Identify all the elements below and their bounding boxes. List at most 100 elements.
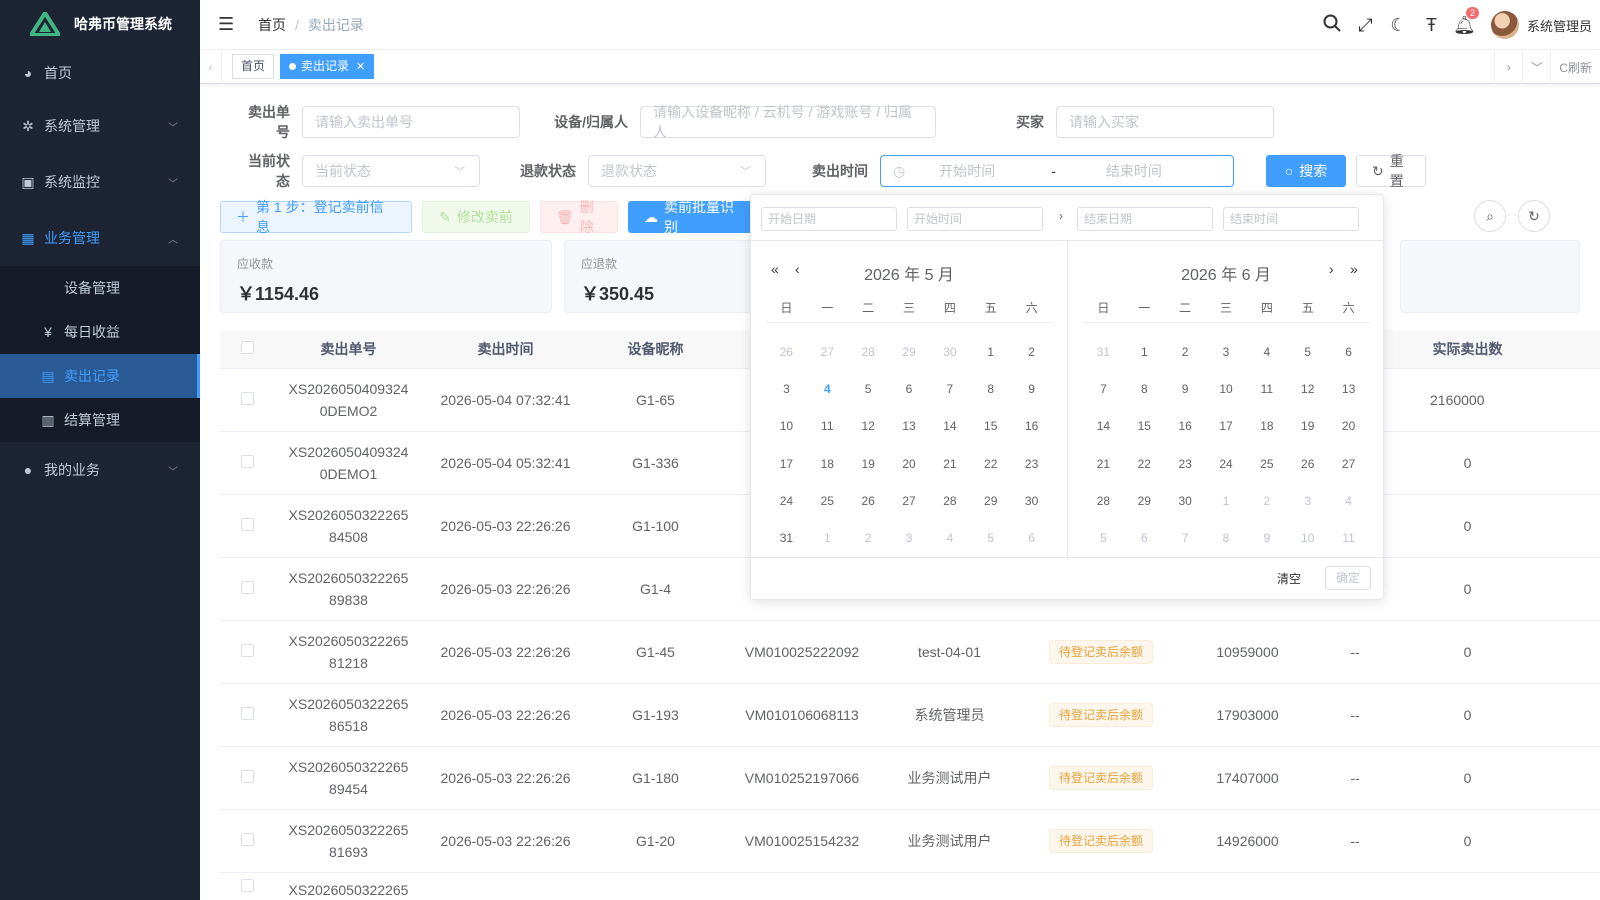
toggle-search-icon[interactable]: ⌕ <box>1474 200 1506 232</box>
table-row[interactable]: XS2026050322265 81693 2026-05-03 22:26:26 G… <box>220 810 1600 873</box>
calendar-day[interactable]: 6 <box>1124 531 1165 545</box>
calendar-day[interactable]: 7 <box>929 382 970 396</box>
col-nick[interactable]: 设备昵称 <box>589 339 722 359</box>
calendar-day[interactable]: 6 <box>889 382 930 396</box>
calendar-day[interactable]: 30 <box>1165 494 1206 508</box>
calendar-day[interactable]: 19 <box>1287 419 1328 433</box>
sidebar-item-business[interactable]: ▦ 业务管理 ︿ <box>0 210 200 266</box>
menu-toggle-icon[interactable]: ☰ <box>218 14 236 35</box>
calendar-day[interactable]: 21 <box>1083 457 1124 471</box>
calendar-day[interactable]: 12 <box>848 419 889 433</box>
calendar-day[interactable]: 10 <box>766 419 807 433</box>
table-row[interactable]: XS2026050322265 81218 2026-05-03 22:26:26 G… <box>220 621 1600 684</box>
sidebar-item-system[interactable]: ✲ 系统管理 ﹀ <box>0 98 200 154</box>
calendar-day[interactable]: 15 <box>970 419 1011 433</box>
tags-scroll-left-icon[interactable]: ‹ <box>200 49 222 84</box>
calendar-day[interactable]: 18 <box>1246 419 1287 433</box>
calendar-day[interactable]: 17 <box>766 457 807 471</box>
calendar-day[interactable]: 2 <box>1011 345 1052 359</box>
font-size-icon[interactable]: Ŧ <box>1415 15 1448 36</box>
calendar-day[interactable]: 30 <box>1011 494 1052 508</box>
calendar-day[interactable]: 1 <box>807 531 848 545</box>
calendar-day[interactable]: 20 <box>889 457 930 471</box>
range-start[interactable]: 开始时间 <box>939 161 1039 181</box>
calendar-day[interactable]: 7 <box>1083 382 1124 396</box>
row-checkbox[interactable] <box>220 518 275 534</box>
refresh-table-icon[interactable]: ↻ <box>1518 200 1550 232</box>
calendar-day[interactable]: 30 <box>929 345 970 359</box>
calendar-day[interactable]: 11 <box>1328 531 1369 545</box>
row-checkbox[interactable] <box>220 392 275 408</box>
calendar-day[interactable]: 2 <box>1165 345 1206 359</box>
calendar-day[interactable]: 5 <box>1083 531 1124 545</box>
calendar-day[interactable]: 4 <box>807 382 848 396</box>
calendar-day[interactable]: 27 <box>1328 457 1369 471</box>
select-all-checkbox[interactable] <box>220 341 275 357</box>
sidebar-item-monitor[interactable]: ▣ 系统监控 ﹀ <box>0 154 200 210</box>
row-checkbox[interactable] <box>220 833 275 849</box>
calendar-day[interactable]: 5 <box>1287 345 1328 359</box>
calendar-day[interactable]: 10 <box>1206 382 1247 396</box>
calendar-day[interactable]: 22 <box>1124 457 1165 471</box>
calendar-day[interactable]: 11 <box>1246 382 1287 396</box>
end-time-input[interactable]: 结束时间 <box>1223 207 1359 231</box>
sidebar-item-mine[interactable]: ● 我的业务 ﹀ <box>0 442 200 498</box>
calendar-day[interactable]: 28 <box>929 494 970 508</box>
bell-icon[interactable]: 🔔︎ 2 <box>1448 6 1481 36</box>
calendar-day[interactable]: 28 <box>1083 494 1124 508</box>
calendar-day[interactable]: 8 <box>970 382 1011 396</box>
calendar-day[interactable]: 16 <box>1165 419 1206 433</box>
search-icon[interactable] <box>1316 14 1349 37</box>
row-checkbox[interactable] <box>220 644 275 660</box>
calendar-day[interactable]: 26 <box>1287 457 1328 471</box>
calendar-day[interactable]: 2 <box>1246 494 1287 508</box>
calendar-day[interactable]: 15 <box>1124 419 1165 433</box>
refund-select[interactable]: 退款状态 ﹀ <box>588 155 766 187</box>
calendar-day[interactable]: 29 <box>1124 494 1165 508</box>
delete-button[interactable]: 🗑︎ 删除 <box>540 199 618 235</box>
close-icon[interactable]: ✕ <box>356 61 365 73</box>
register-button[interactable]: ＋ 第 1 步：登记卖前信息 <box>220 199 412 235</box>
calendar-day[interactable]: 23 <box>1011 457 1052 471</box>
row-checkbox[interactable] <box>220 770 275 786</box>
reset-button[interactable]: ↻ 重置 <box>1356 153 1426 189</box>
range-end[interactable]: 结束时间 <box>1106 161 1162 181</box>
batch-recognize-button[interactable]: ☁ 卖前批量识别 <box>628 199 760 235</box>
start-date-input[interactable]: 开始日期 <box>761 207 897 231</box>
calendar-day[interactable]: 9 <box>1246 531 1287 545</box>
sidebar-item-settle[interactable]: ▥ 结算管理 <box>0 398 200 442</box>
calendar-day[interactable]: 20 <box>1328 419 1369 433</box>
calendar-day[interactable]: 6 <box>1328 345 1369 359</box>
order-no-input[interactable]: 请输入卖出单号 <box>302 106 520 138</box>
calendar-day[interactable]: 4 <box>1246 345 1287 359</box>
calendar-day[interactable]: 2 <box>848 531 889 545</box>
calendar-day[interactable]: 24 <box>1206 457 1247 471</box>
calendar-day[interactable]: 3 <box>766 382 807 396</box>
next-year-icon[interactable]: » <box>1350 261 1358 277</box>
calendar-day[interactable]: 14 <box>1083 419 1124 433</box>
calendar-day[interactable]: 6 <box>1011 531 1052 545</box>
calendar-day[interactable]: 17 <box>1206 419 1247 433</box>
search-button[interactable]: ○ 搜索 <box>1266 155 1346 187</box>
calendar-day[interactable]: 28 <box>848 345 889 359</box>
sidebar-item-sales[interactable]: ▤ 卖出记录 <box>0 354 200 398</box>
fullscreen-icon[interactable]: ⤢ <box>1349 15 1382 36</box>
col-order-no[interactable]: 卖出单号 <box>275 339 422 359</box>
device-input[interactable]: 请输入设备昵称 / 云机号 / 游戏账号 / 归属人 <box>640 104 936 140</box>
calendar-day[interactable]: 25 <box>807 494 848 508</box>
edit-button[interactable]: ✎ 修改卖前 <box>422 201 530 233</box>
calendar-day[interactable]: 13 <box>889 419 930 433</box>
calendar-day[interactable]: 4 <box>929 531 970 545</box>
calendar-day[interactable]: 4 <box>1328 494 1369 508</box>
calendar-day[interactable]: 23 <box>1165 457 1206 471</box>
calendar-day[interactable]: 31 <box>1083 345 1124 359</box>
next-month-icon[interactable]: › <box>1329 261 1334 277</box>
tags-dropdown-icon[interactable]: ﹀ <box>1522 50 1550 84</box>
avatar[interactable] <box>1490 11 1519 39</box>
calendar-day[interactable]: 1 <box>1206 494 1247 508</box>
tag-home[interactable]: 首页 <box>232 54 275 79</box>
calendar-day[interactable]: 14 <box>929 419 970 433</box>
calendar-day[interactable]: 24 <box>766 494 807 508</box>
sidebar-item-home[interactable]: ◕ 首页 <box>0 48 200 98</box>
row-checkbox[interactable] <box>220 455 275 471</box>
